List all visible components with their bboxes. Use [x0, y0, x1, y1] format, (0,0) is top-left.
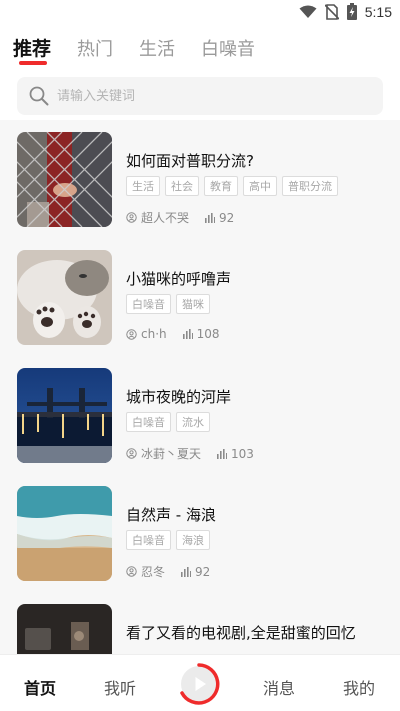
- item-tags: 白噪音 海浪: [126, 530, 210, 550]
- status-bar: 5:15: [0, 0, 400, 26]
- search-icon: [29, 86, 49, 106]
- wifi-icon: [299, 5, 317, 18]
- thumbnail-ocean-waves: [17, 486, 112, 581]
- thumbnail-tv: [17, 604, 112, 654]
- thumbnail-kitten: [17, 250, 112, 345]
- user-icon: [126, 448, 137, 459]
- item-author: 忍冬: [141, 565, 166, 579]
- play-count-icon: [181, 566, 192, 577]
- item-play-count: 92: [195, 564, 211, 579]
- item-title: 看了又看的电视剧,全是甜蜜的回忆: [126, 624, 356, 642]
- app: 5:15 推荐 热门 生活 白噪音 请输入关键词 如何面对普职分流? 生活 社会…: [0, 0, 400, 711]
- item-tags: 白噪音 流水: [126, 412, 210, 432]
- list-item[interactable]: 看了又看的电视剧,全是甜蜜的回忆: [0, 592, 400, 654]
- item-title: 小猫咪的呼噜声: [126, 270, 232, 288]
- user-icon: [126, 328, 137, 340]
- category-tabs: 推荐 热门 生活 白噪音: [13, 34, 255, 65]
- content-list: 如何面对普职分流? 生活 社会 教育 高中 普职分流 超人不哭 92 小猫咪的呼…: [0, 120, 400, 654]
- item-author: 冰葑丶夏天: [141, 447, 202, 461]
- tag[interactable]: 生活: [126, 176, 160, 196]
- thumbnail-fence: [17, 132, 112, 227]
- list-item[interactable]: 城市夜晚的河岸 白噪音 流水 冰葑丶夏天 103: [0, 356, 400, 466]
- tab-life[interactable]: 生活: [139, 35, 175, 61]
- tag[interactable]: 白噪音: [126, 294, 171, 314]
- item-tags: 生活 社会 教育 高中 普职分流: [126, 176, 338, 196]
- bottom-navigation: 首页 我听 消息 我的: [0, 654, 400, 711]
- tag[interactable]: 普职分流: [282, 176, 338, 196]
- status-time: 5:15: [364, 3, 392, 20]
- tag[interactable]: 白噪音: [126, 530, 171, 550]
- status-icons: 5:15: [299, 3, 392, 20]
- search-bar[interactable]: [17, 77, 383, 115]
- item-author: ch·h: [141, 327, 167, 341]
- item-play-count: 92: [219, 210, 235, 225]
- item-title: 自然声 - 海浪: [126, 506, 216, 524]
- item-title: 如何面对普职分流?: [126, 152, 254, 170]
- play-count-icon: [217, 448, 228, 459]
- battery-charging-icon: [346, 3, 357, 20]
- item-play-count: 103: [231, 446, 254, 461]
- no-sim-icon: [324, 3, 339, 20]
- tab-label: 推荐: [13, 38, 52, 60]
- nav-listen[interactable]: 我听: [104, 675, 136, 699]
- item-title: 城市夜晚的河岸: [126, 388, 232, 406]
- tag[interactable]: 教育: [204, 176, 238, 196]
- item-meta: 超人不哭 92: [126, 209, 234, 226]
- tag[interactable]: 白噪音: [126, 412, 171, 432]
- nav-mine[interactable]: 我的: [343, 675, 375, 699]
- tab-recommend[interactable]: 推荐: [13, 34, 52, 65]
- tag[interactable]: 流水: [176, 412, 210, 432]
- item-author: 超人不哭: [141, 211, 190, 225]
- list-item[interactable]: 小猫咪的呼噜声 白噪音 猫咪 ch·h 108: [0, 238, 400, 348]
- play-count-icon: [205, 212, 216, 223]
- item-meta: 冰葑丶夏天 103: [126, 445, 254, 462]
- search-input[interactable]: [57, 88, 357, 104]
- item-play-count: 108: [196, 327, 220, 341]
- tag[interactable]: 高中: [243, 176, 277, 196]
- item-meta: 忍冬 92: [126, 563, 210, 580]
- user-icon: [126, 566, 137, 577]
- center-play-button[interactable]: [177, 662, 221, 706]
- thumbnail-night-river: [17, 368, 112, 463]
- nav-home[interactable]: 首页: [24, 675, 56, 699]
- tab-white-noise[interactable]: 白噪音: [201, 35, 255, 61]
- tag[interactable]: 社会: [165, 176, 199, 196]
- list-item[interactable]: 自然声 - 海浪 白噪音 海浪 忍冬 92: [0, 474, 400, 584]
- item-meta: ch·h 108: [126, 327, 220, 341]
- list-item[interactable]: 如何面对普职分流? 生活 社会 教育 高中 普职分流 超人不哭 92: [0, 120, 400, 230]
- play-count-icon: [182, 329, 193, 339]
- tag[interactable]: 猫咪: [176, 294, 210, 314]
- play-icon: [180, 663, 220, 705]
- item-tags: 白噪音 猫咪: [126, 294, 210, 314]
- user-icon: [126, 212, 137, 223]
- tab-active-indicator: [19, 61, 47, 65]
- nav-messages[interactable]: 消息: [263, 675, 295, 699]
- tag[interactable]: 海浪: [176, 530, 210, 550]
- tab-hot[interactable]: 热门: [77, 35, 113, 61]
